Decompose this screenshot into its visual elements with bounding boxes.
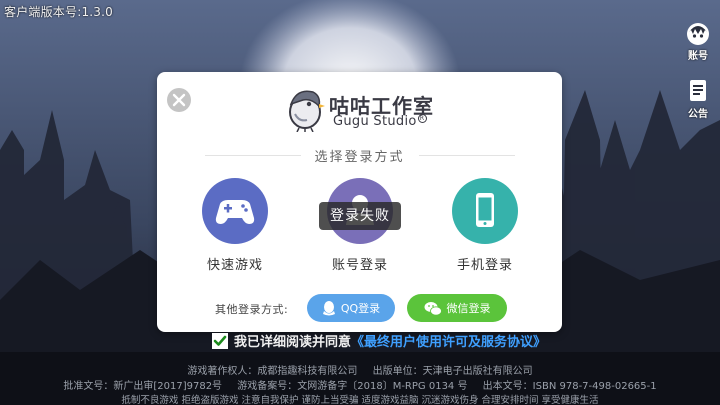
qq-login-button[interactable]: QQ登录 bbox=[307, 294, 395, 322]
registered-badge: R bbox=[417, 114, 427, 123]
footer-record-number: 游戏备案号：文网游备字〔2018〕M-RPG 0134 号 bbox=[237, 381, 468, 392]
qq-penguin-icon bbox=[322, 301, 335, 316]
agreement-text: 我已详细阅读并同意 bbox=[234, 335, 352, 350]
brand-sub-text: Gugu Studio bbox=[333, 114, 417, 129]
footer-approval-number: 批准文号：新广出审[2017]9782号 bbox=[63, 381, 223, 392]
agreement-row: 我已详细阅读并同意 《最终用户使用许可及服务协议》 bbox=[212, 331, 546, 350]
qq-login-label: QQ登录 bbox=[340, 302, 381, 315]
checkmark-icon bbox=[213, 335, 227, 346]
close-button[interactable] bbox=[167, 88, 191, 112]
footer-health-notice: 抵制不良游戏 拒绝盗版游戏 注意自我保护 谨防上当受骗 适度游戏益脑 沉迷游戏伤… bbox=[121, 395, 599, 405]
footer-line-1: 游戏著作权人：成都指趣科技有限公司 出版单位：天津电子出版社有限公司 bbox=[0, 362, 720, 377]
footer-line-2: 批准文号：新广出审[2017]9782号 游戏备案号：文网游备字〔2018〕M-… bbox=[0, 377, 720, 392]
wechat-login-label: 微信登录 bbox=[446, 302, 491, 315]
gugu-bird-logo bbox=[289, 90, 325, 132]
wechat-login-button[interactable]: 微信登录 bbox=[407, 294, 507, 322]
avatar-icon bbox=[687, 23, 709, 45]
quick-play-option[interactable]: 快速游戏 bbox=[201, 178, 269, 273]
phone-login-option[interactable]: 手机登录 bbox=[451, 178, 519, 273]
agreement-checkbox[interactable] bbox=[212, 332, 228, 349]
notice-label: 公告 bbox=[688, 109, 708, 120]
gamepad-icon bbox=[215, 200, 255, 224]
wechat-icon bbox=[424, 301, 442, 316]
login-failed-toast: 登录失败 bbox=[319, 202, 401, 230]
footer-publisher: 出版单位：天津电子出版社有限公司 bbox=[372, 366, 533, 377]
notice-icon bbox=[690, 80, 706, 101]
brand-subtitle: Gugu Studio R bbox=[333, 114, 427, 129]
footer-isbn: 出本文号：ISBN 978-7-498-02665-1 bbox=[482, 381, 657, 392]
account-label: 账号 bbox=[688, 51, 708, 62]
account-button[interactable]: 账号 bbox=[684, 20, 712, 62]
phone-login-label: 手机登录 bbox=[456, 258, 513, 273]
divider-right bbox=[419, 155, 515, 156]
account-login-label: 账号登录 bbox=[331, 258, 388, 273]
notice-button[interactable]: 公告 bbox=[684, 78, 712, 120]
quick-play-label: 快速游戏 bbox=[206, 258, 263, 273]
agreement-link[interactable]: 《最终用户使用许可及服务协议》 bbox=[351, 331, 546, 350]
client-version-text: 客户端版本号:1.3.0 bbox=[4, 5, 113, 19]
other-login-label: 其他登录方式: bbox=[215, 303, 289, 316]
phone-icon bbox=[476, 193, 494, 227]
quick-play-button[interactable] bbox=[202, 178, 268, 244]
close-icon bbox=[172, 93, 186, 107]
footer-copyright-owner: 游戏著作权人：成都指趣科技有限公司 bbox=[187, 366, 358, 377]
phone-login-button[interactable] bbox=[452, 178, 518, 244]
